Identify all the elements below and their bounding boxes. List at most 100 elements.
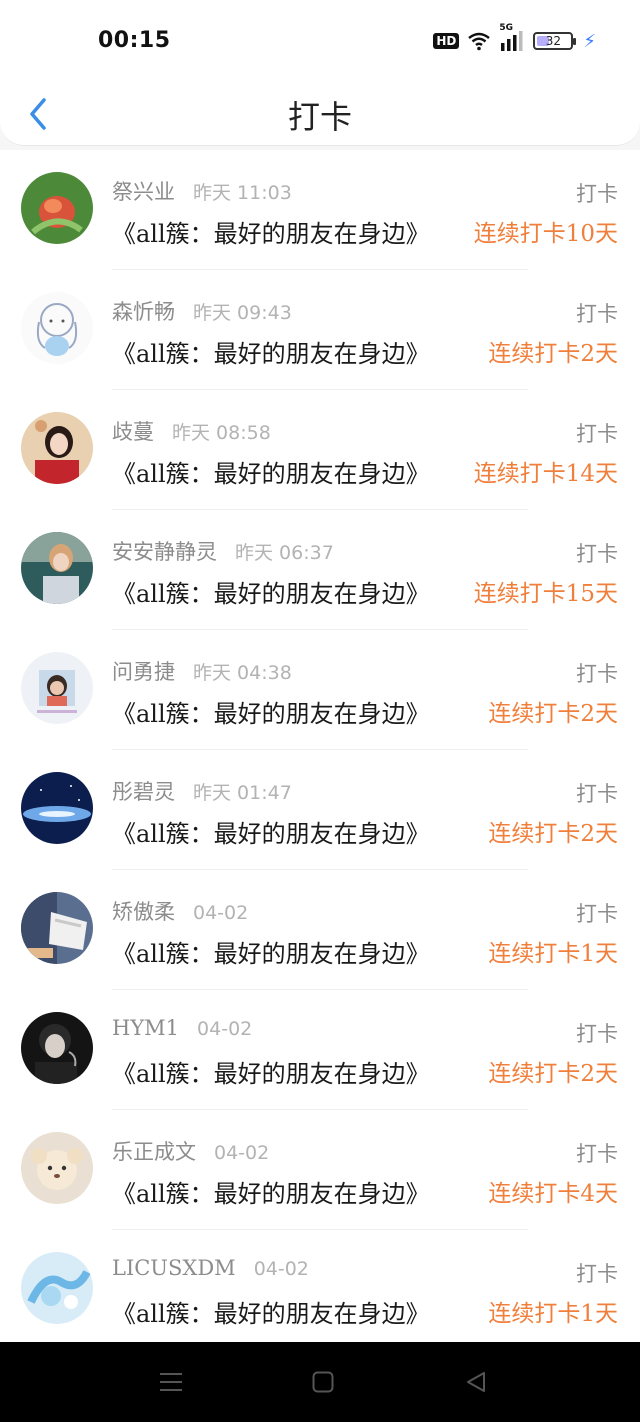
home-square-icon bbox=[312, 1371, 334, 1393]
content-title[interactable]: 《all簇：最好的朋友在身边》 bbox=[112, 1174, 447, 1209]
list-item[interactable]: 森忻畅 昨天 09:43 打卡 《all簇：最好的朋友在身边》 连续打卡2天 bbox=[0, 270, 640, 390]
content-title[interactable]: 《all簇：最好的朋友在身边》 bbox=[112, 1294, 447, 1329]
battery-percent: 32 bbox=[545, 34, 561, 48]
name-line: 祭兴业 昨天 11:03 bbox=[112, 176, 292, 206]
avatar[interactable] bbox=[21, 1012, 93, 1084]
list-item[interactable]: 安安静静灵 昨天 06:37 打卡 《all簇：最好的朋友在身边》 连续打卡15… bbox=[0, 510, 640, 630]
user-name[interactable]: 祭兴业 bbox=[112, 176, 175, 206]
streak-label: 连续打卡2天 bbox=[488, 701, 618, 727]
name-line: 问勇捷 昨天 04:38 bbox=[112, 656, 292, 686]
action-label: 打卡 bbox=[576, 542, 618, 566]
content-title[interactable]: 《all簇：最好的朋友在身边》 bbox=[112, 814, 447, 849]
action-label: 打卡 bbox=[576, 662, 618, 686]
post-time: 昨天 08:58 bbox=[172, 422, 271, 444]
charging-icon: ⚡ bbox=[583, 30, 596, 52]
streak-label: 连续打卡2天 bbox=[488, 821, 618, 847]
action-label: 打卡 bbox=[576, 1142, 618, 1166]
streak-label: 连续打卡14天 bbox=[473, 461, 618, 487]
name-line: 矫傲柔 04-02 bbox=[112, 896, 248, 926]
page-title: 打卡 bbox=[287, 98, 352, 136]
post-time: 昨天 09:43 bbox=[193, 302, 292, 324]
battery-icon: 32 bbox=[533, 32, 577, 50]
avatar[interactable] bbox=[21, 772, 93, 844]
streak-label: 连续打卡1天 bbox=[488, 941, 618, 967]
name-line: 歧蔓 昨天 08:58 bbox=[112, 416, 271, 446]
list-item[interactable]: 问勇捷 昨天 04:38 打卡 《all簇：最好的朋友在身边》 连续打卡2天 bbox=[0, 630, 640, 750]
hd-icon: HD bbox=[433, 33, 460, 49]
checkin-list[interactable]: 祭兴业 昨天 11:03 打卡 《all簇：最好的朋友在身边》 连续打卡10天 … bbox=[0, 150, 640, 1342]
list-item[interactable]: 彤碧灵 昨天 01:47 打卡 《all簇：最好的朋友在身边》 连续打卡2天 bbox=[0, 750, 640, 870]
name-line: 乐正成文 04-02 bbox=[112, 1136, 269, 1166]
wifi-icon bbox=[468, 32, 491, 51]
post-time: 04-02 bbox=[253, 1258, 309, 1280]
home-button[interactable] bbox=[303, 1362, 343, 1402]
network-type-label: 5G bbox=[499, 23, 514, 33]
post-time: 昨天 04:38 bbox=[193, 662, 292, 684]
menu-icon bbox=[160, 1373, 182, 1391]
avatar[interactable] bbox=[21, 172, 93, 244]
content-title[interactable]: 《all簇：最好的朋友在身边》 bbox=[112, 574, 447, 609]
user-name[interactable]: 矫傲柔 bbox=[112, 896, 175, 926]
back-nav-button[interactable] bbox=[456, 1362, 496, 1402]
action-label: 打卡 bbox=[576, 782, 618, 806]
status-bar: 00:15 HD 5G 32 ⚡ bbox=[0, 0, 640, 82]
status-icons: HD 5G 32 ⚡ bbox=[433, 23, 596, 54]
post-time: 昨天 06:37 bbox=[235, 542, 334, 564]
list-item[interactable]: 乐正成文 04-02 打卡 《all簇：最好的朋友在身边》 连续打卡4天 bbox=[0, 1110, 640, 1230]
user-name[interactable]: 歧蔓 bbox=[112, 416, 154, 446]
user-name[interactable]: 问勇捷 bbox=[112, 656, 175, 686]
content-title[interactable]: 《all簇：最好的朋友在身边》 bbox=[112, 214, 447, 249]
action-label: 打卡 bbox=[576, 1262, 618, 1286]
action-label: 打卡 bbox=[576, 1022, 618, 1046]
avatar[interactable] bbox=[21, 532, 93, 604]
avatar[interactable] bbox=[21, 1252, 93, 1324]
action-label: 打卡 bbox=[576, 182, 618, 206]
streak-label: 连续打卡15天 bbox=[473, 581, 618, 607]
name-line: HYM1 04-02 bbox=[112, 1016, 252, 1040]
name-line: LICUSXDM 04-02 bbox=[112, 1256, 309, 1280]
list-item[interactable]: 歧蔓 昨天 08:58 打卡 《all簇：最好的朋友在身边》 连续打卡14天 bbox=[0, 390, 640, 510]
system-nav-bar bbox=[0, 1342, 640, 1422]
streak-label: 连续打卡1天 bbox=[488, 1301, 618, 1327]
status-time: 00:15 bbox=[98, 28, 171, 53]
action-label: 打卡 bbox=[576, 902, 618, 926]
user-name[interactable]: 乐正成文 bbox=[112, 1136, 196, 1166]
triangle-back-icon bbox=[467, 1372, 485, 1392]
avatar[interactable] bbox=[21, 1132, 93, 1204]
name-line: 安安静静灵 昨天 06:37 bbox=[112, 536, 334, 566]
content-title[interactable]: 《all簇：最好的朋友在身边》 bbox=[112, 454, 447, 489]
user-name[interactable]: HYM1 bbox=[112, 1016, 179, 1040]
avatar[interactable] bbox=[21, 412, 93, 484]
avatar[interactable] bbox=[21, 652, 93, 724]
user-name[interactable]: 安安静静灵 bbox=[112, 536, 217, 566]
menu-button[interactable] bbox=[151, 1362, 191, 1402]
name-line: 彤碧灵 昨天 01:47 bbox=[112, 776, 292, 806]
name-line: 森忻畅 昨天 09:43 bbox=[112, 296, 292, 326]
post-time: 04-02 bbox=[193, 902, 249, 924]
streak-label: 连续打卡4天 bbox=[488, 1181, 618, 1207]
streak-label: 连续打卡10天 bbox=[473, 221, 618, 247]
action-label: 打卡 bbox=[576, 422, 618, 446]
user-name[interactable]: 森忻畅 bbox=[112, 296, 175, 326]
post-time: 04-02 bbox=[197, 1018, 253, 1040]
avatar[interactable] bbox=[21, 292, 93, 364]
content-title[interactable]: 《all簇：最好的朋友在身边》 bbox=[112, 1054, 447, 1089]
user-name[interactable]: LICUSXDM bbox=[112, 1256, 236, 1280]
top-header: 打卡 bbox=[0, 82, 640, 146]
list-item[interactable]: HYM1 04-02 打卡 《all簇：最好的朋友在身边》 连续打卡2天 bbox=[0, 990, 640, 1110]
content-title[interactable]: 《all簇：最好的朋友在身边》 bbox=[112, 334, 447, 369]
post-time: 昨天 01:47 bbox=[193, 782, 292, 804]
cellular-signal-icon: 5G bbox=[499, 23, 525, 51]
post-time: 04-02 bbox=[214, 1142, 270, 1164]
streak-label: 连续打卡2天 bbox=[488, 341, 618, 367]
list-item[interactable]: LICUSXDM 04-02 打卡 《all簇：最好的朋友在身边》 连续打卡1天 bbox=[0, 1230, 640, 1342]
content-title[interactable]: 《all簇：最好的朋友在身边》 bbox=[112, 694, 447, 729]
user-name[interactable]: 彤碧灵 bbox=[112, 776, 175, 806]
streak-label: 连续打卡2天 bbox=[488, 1061, 618, 1087]
content-title[interactable]: 《all簇：最好的朋友在身边》 bbox=[112, 934, 447, 969]
avatar[interactable] bbox=[21, 892, 93, 964]
list-item[interactable]: 矫傲柔 04-02 打卡 《all簇：最好的朋友在身边》 连续打卡1天 bbox=[0, 870, 640, 990]
list-item[interactable]: 祭兴业 昨天 11:03 打卡 《all簇：最好的朋友在身边》 连续打卡10天 bbox=[0, 150, 640, 270]
action-label: 打卡 bbox=[576, 302, 618, 326]
post-time: 昨天 11:03 bbox=[193, 182, 292, 204]
